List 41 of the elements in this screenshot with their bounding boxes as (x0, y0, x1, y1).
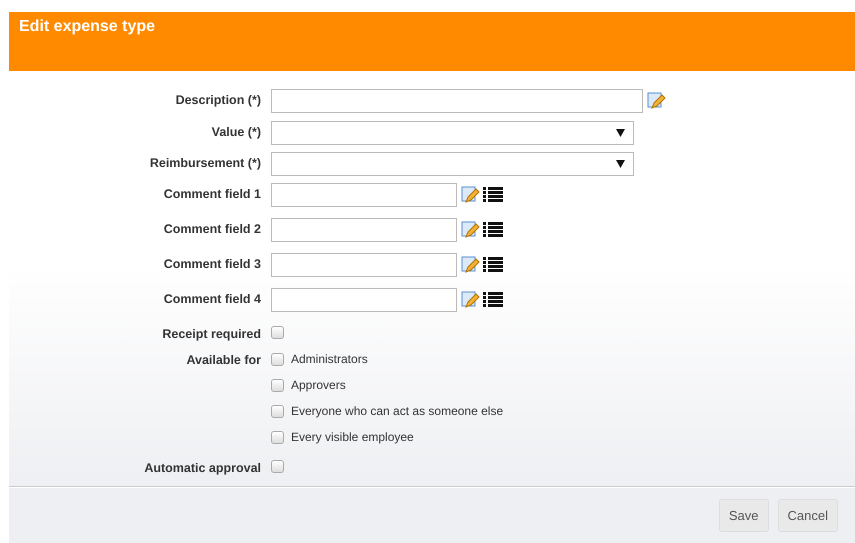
field-label: Comment field 4 (162, 291, 261, 306)
text-field[interactable] (271, 253, 457, 277)
field-label: Comment field 3 (162, 256, 261, 271)
field-label: Comment field 1 (162, 186, 261, 201)
caret-icon (616, 129, 625, 137)
field-label: Available for (185, 352, 261, 367)
caret-icon (616, 160, 625, 168)
edit-icon[interactable] (460, 290, 480, 310)
checkbox[interactable] (271, 326, 284, 339)
edit-icon[interactable] (460, 255, 480, 275)
text-field[interactable] (271, 183, 457, 207)
option-label: Approvers (291, 378, 346, 392)
text-field[interactable] (271, 218, 457, 242)
list-icon[interactable] (483, 186, 503, 204)
field-label: Description (*) (174, 92, 261, 107)
cancel-button[interactable]: Cancel (778, 499, 838, 532)
field-label: Automatic approval (143, 460, 261, 475)
edit-icon[interactable] (646, 91, 666, 111)
dialog-title: Edit expense type (19, 18, 156, 36)
text-field[interactable] (271, 89, 643, 113)
checkbox[interactable] (271, 460, 284, 473)
dropdown[interactable] (271, 152, 634, 176)
field-label: Comment field 2 (162, 221, 261, 236)
save-button[interactable]: Save (718, 499, 769, 532)
list-icon[interactable] (483, 291, 503, 309)
checkbox[interactable] (271, 431, 284, 444)
list-icon[interactable] (483, 221, 503, 239)
edit-icon[interactable] (460, 185, 480, 205)
text-field[interactable] (271, 288, 457, 312)
field-label: Reimbursement (*) (148, 155, 261, 170)
edit-icon[interactable] (460, 220, 480, 240)
field-label: Value (*) (210, 124, 261, 139)
option-label: Everyone who can act as someone else (291, 404, 504, 418)
checkbox[interactable] (271, 405, 284, 418)
option-label: Every visible employee (291, 430, 414, 444)
option-label: Administrators (291, 352, 368, 366)
field-label: Receipt required (161, 326, 261, 341)
checkbox[interactable] (271, 379, 284, 392)
list-icon[interactable] (483, 256, 503, 274)
checkbox[interactable] (271, 353, 284, 366)
dropdown[interactable] (271, 121, 634, 145)
